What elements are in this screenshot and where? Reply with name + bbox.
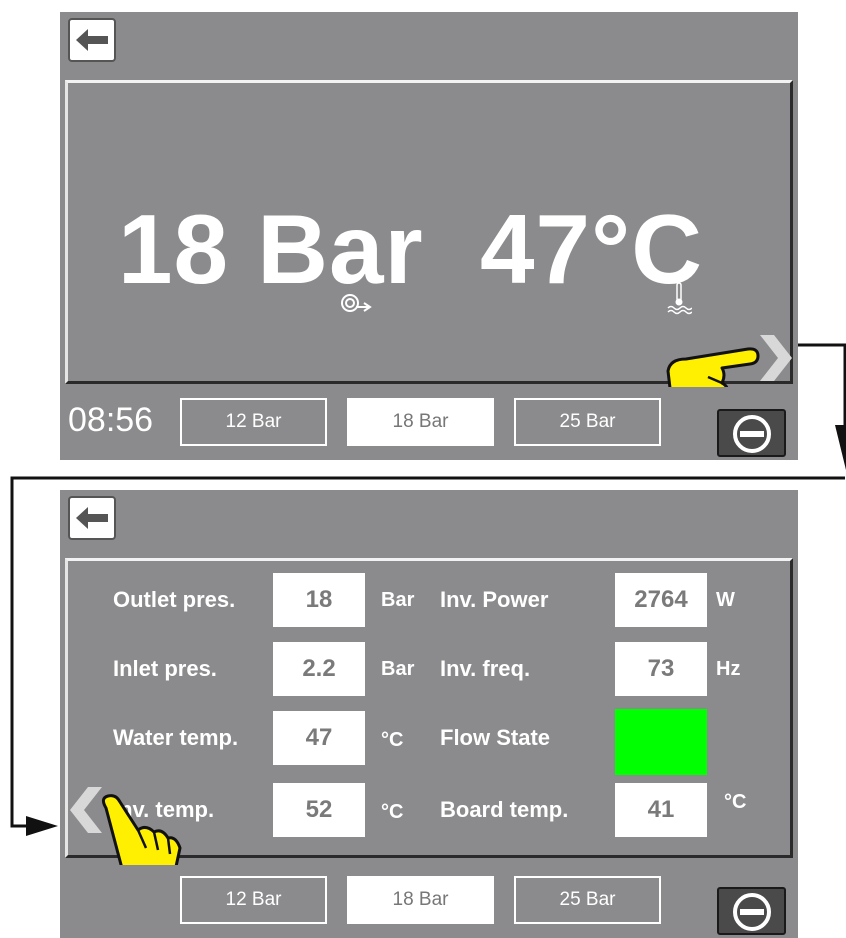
- preset-18-bar-button[interactable]: 18 Bar: [347, 398, 494, 446]
- inverter-power-value: 2764: [615, 573, 707, 627]
- back-button[interactable]: [68, 18, 116, 62]
- preset-25-bar-button[interactable]: 25 Bar: [514, 876, 661, 924]
- inverter-frequency-label: Inv. freq.: [440, 656, 531, 681]
- board-temp-label: Board temp.: [440, 797, 569, 822]
- outlet-pressure-value: 18: [273, 573, 365, 627]
- board-temp-value: 41: [615, 783, 707, 837]
- main-screen: 18 Bar 47°C 08:56 12 Bar 18 Bar 25 Bar: [60, 12, 798, 460]
- inverter-frequency-value: 73: [615, 642, 707, 696]
- stop-button[interactable]: [717, 409, 786, 457]
- details-screen: Outlet pres. 18 Bar Inlet pres. 2.2 Bar …: [60, 490, 798, 938]
- inverter-power-label: Inv. Power: [440, 587, 549, 612]
- inverter-temp-value: 52: [273, 783, 365, 837]
- stop-button[interactable]: [717, 887, 786, 935]
- title-bar: [60, 12, 798, 78]
- outlet-pressure-unit: Bar: [381, 589, 415, 611]
- main-display-area: 18 Bar 47°C: [65, 80, 793, 418]
- pressure-readout: 18 Bar: [118, 194, 424, 304]
- board-temp-unit: °C: [724, 791, 747, 813]
- preset-12-bar-button[interactable]: 12 Bar: [180, 876, 327, 924]
- flow-state-label: Flow State: [440, 725, 551, 750]
- water-temp-label: Water temp.: [113, 725, 239, 750]
- outlet-pressure-label: Outlet pres.: [113, 587, 236, 612]
- flow-state-indicator: [615, 709, 707, 775]
- bottom-bar: 12 Bar 18 Bar 25 Bar: [60, 865, 798, 938]
- preset-18-bar-button[interactable]: 18 Bar: [347, 876, 494, 924]
- stop-icon: [733, 893, 771, 931]
- clock: 08:56: [68, 401, 154, 439]
- preset-12-bar-button[interactable]: 12 Bar: [180, 398, 327, 446]
- water-temp-unit: °C: [381, 729, 404, 751]
- inverter-power-unit: W: [716, 589, 735, 611]
- preset-25-bar-button[interactable]: 25 Bar: [514, 398, 661, 446]
- back-arrow-icon: [76, 29, 108, 51]
- water-temp-value: 47: [273, 711, 365, 765]
- inlet-pressure-unit: Bar: [381, 658, 415, 680]
- inlet-pressure-value: 2.2: [273, 642, 365, 696]
- back-arrow-icon: [76, 507, 108, 529]
- inlet-pressure-label: Inlet pres.: [113, 656, 217, 681]
- pump-icon: [341, 294, 372, 312]
- bottom-bar: 08:56 12 Bar 18 Bar 25 Bar: [60, 387, 798, 460]
- title-bar: [60, 490, 798, 556]
- back-button[interactable]: [68, 496, 116, 540]
- inverter-frequency-unit: Hz: [716, 658, 741, 680]
- water-temperature-icon: [667, 282, 692, 315]
- inverter-temp-unit: °C: [381, 801, 404, 823]
- stop-icon: [733, 415, 771, 453]
